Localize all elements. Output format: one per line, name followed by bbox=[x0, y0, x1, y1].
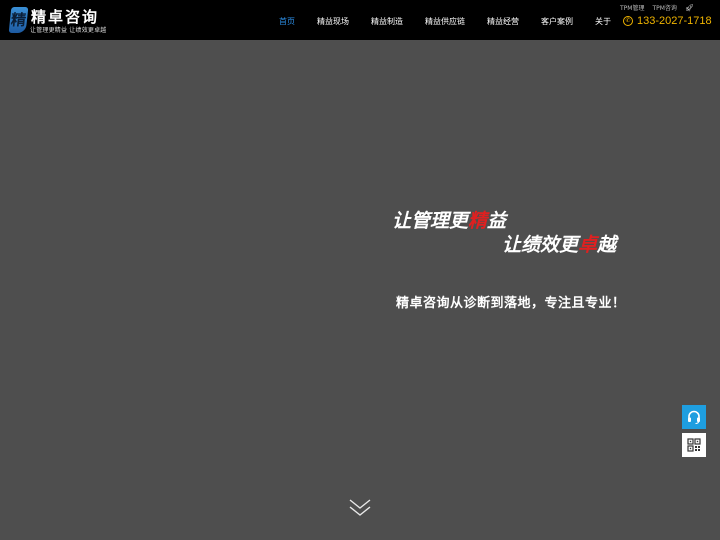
hero-line1-accent: 精 bbox=[468, 210, 488, 232]
main-nav: 首页 精益现场 精益制造 精益供应链 精益经营 客户案例 关于 bbox=[268, 0, 622, 40]
nav-item-lean-supply-chain[interactable]: 精益供应链 bbox=[414, 0, 476, 40]
scroll-down-button[interactable] bbox=[348, 498, 372, 518]
nav-item-lean-operations[interactable]: 精益经营 bbox=[476, 0, 530, 40]
nav-item-about[interactable]: 关于 bbox=[584, 0, 622, 40]
hero-line2-post: 越 bbox=[597, 234, 617, 256]
hero-line1-post: 益 bbox=[487, 210, 507, 232]
rocket-icon[interactable]: 🚀︎ bbox=[685, 4, 694, 12]
headset-icon bbox=[688, 410, 700, 425]
nav-item-cases[interactable]: 客户案例 bbox=[530, 0, 584, 40]
site-header: 精 精卓咨询 让管理更精益 让绩效更卓越 首页 精益现场 精益制造 精益供应链 … bbox=[0, 0, 720, 40]
chevron-double-down-icon bbox=[349, 499, 371, 516]
hero-slogan-line2: 让绩效更卓越 bbox=[502, 230, 616, 257]
hero-line1-pre: 让管理更 bbox=[392, 210, 469, 232]
customer-support-button[interactable] bbox=[682, 405, 706, 429]
nav-item-home[interactable]: 首页 bbox=[268, 0, 306, 40]
hero-subtitle: 精卓咨询从诊断到落地，专注且专业！ bbox=[396, 296, 626, 311]
qr-code-button[interactable] bbox=[682, 433, 706, 457]
phone-number: 133-2027-1718 bbox=[637, 15, 712, 27]
phone-contact[interactable]: ✆ 133-2027-1718 bbox=[623, 15, 712, 27]
logo-slogan: 让管理更精益 让绩效更卓越 bbox=[30, 27, 107, 34]
logo-mark-icon: 精 bbox=[8, 7, 29, 33]
top-link-tpm-management[interactable]: TPM管理 bbox=[620, 3, 644, 12]
nav-item-lean-site[interactable]: 精益现场 bbox=[306, 0, 360, 40]
logo[interactable]: 精 精卓咨询 让管理更精益 让绩效更卓越 bbox=[8, 6, 107, 34]
hero-line2-accent: 卓 bbox=[578, 234, 598, 256]
logo-name: 精卓咨询 bbox=[31, 8, 100, 26]
top-link-tpm-consulting[interactable]: TPM咨询 bbox=[652, 3, 676, 12]
nav-item-lean-manufacturing[interactable]: 精益制造 bbox=[360, 0, 414, 40]
hero-slogan-line1: 让管理更精益 bbox=[392, 206, 506, 233]
qr-code-icon bbox=[687, 438, 701, 452]
phone-icon: ✆ bbox=[623, 16, 633, 26]
top-links: TPM管理 TPM咨询 🚀︎ bbox=[620, 3, 694, 13]
hero-line2-pre: 让绩效更 bbox=[502, 234, 579, 256]
